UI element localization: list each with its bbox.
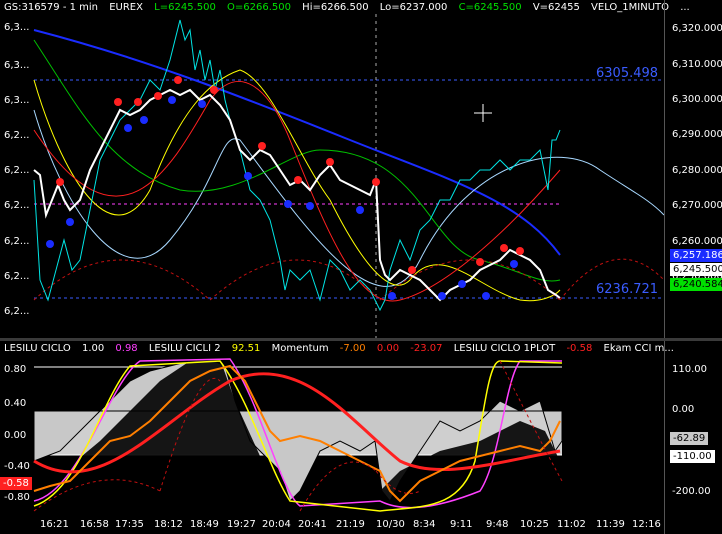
badge-current-price: 6,245.500 [670, 263, 722, 276]
time-tick: 8:34 [413, 519, 436, 530]
time-tick: 12:16 [632, 519, 661, 530]
badge-green: 6,240.584 [670, 278, 722, 291]
left-tick: 6,3... [4, 95, 30, 106]
left-tick: 6,2... [4, 165, 30, 176]
left-tick: 6,2... [4, 130, 30, 141]
level-high-label: 6305.498 [596, 66, 659, 81]
red-arc-1 [33, 259, 211, 301]
time-tick: 9:48 [486, 519, 509, 530]
time-tick: 16:21 [40, 519, 69, 530]
left-tick: 6,2... [4, 271, 30, 282]
left-tick: 6,3... [4, 60, 30, 71]
time-tick: 21:19 [336, 519, 365, 530]
price-tick: 6,300.000 [672, 94, 722, 105]
time-tick: 10/30 [376, 519, 405, 530]
time-tick: 17:35 [115, 519, 144, 530]
green-cycle [33, 39, 561, 282]
oscillator-chart[interactable] [0, 341, 664, 516]
osc-tick: 0.00 [4, 430, 27, 441]
price-tick: 6,270.000 [672, 200, 722, 211]
time-axis[interactable]: 16:21 16:58 17:35 18:12 18:49 19:27 20:0… [0, 516, 664, 534]
time-tick: 20:04 [262, 519, 291, 530]
osc-tick: 0.40 [4, 398, 27, 409]
osc-right-tick: 110.00 [672, 364, 707, 375]
time-tick: 19:27 [227, 519, 256, 530]
badge-blue: 6,257.186 [670, 249, 722, 262]
osc-right-badge: -62.89 [670, 432, 709, 445]
more-label[interactable]: ... [680, 2, 690, 13]
osc-right-tick: 0.00 [672, 404, 695, 415]
osc-tick: -0.80 [4, 492, 30, 503]
light-blue-cycle [33, 109, 664, 287]
time-tick: 20:41 [298, 519, 327, 530]
price-tick: 6,320.000 [672, 23, 722, 34]
level-low-label: 6236.721 [596, 282, 659, 297]
price-tick: 6,310.000 [672, 59, 722, 70]
time-tick: 18:49 [190, 519, 219, 530]
osc-tick: -0.40 [4, 461, 30, 472]
axis-divider [664, 0, 665, 534]
time-tick: 16:58 [80, 519, 109, 530]
osc-right-tick: -200.00 [672, 486, 711, 497]
time-tick: 18:12 [154, 519, 183, 530]
time-tick: 11:39 [596, 519, 625, 530]
osc-right-band-badge: -110.00 [670, 450, 715, 463]
time-tick: 10:25 [520, 519, 549, 530]
osc-tick: 0.80 [4, 364, 27, 375]
price-chart[interactable] [0, 0, 664, 338]
left-tick: 6,2... [4, 200, 30, 211]
crosshair-cursor [474, 104, 492, 122]
price-tick: 6,290.000 [672, 129, 722, 140]
red-arc-2 [209, 259, 381, 301]
price-tick: 6,260.000 [672, 236, 722, 247]
left-tick: 6,2... [4, 306, 30, 317]
price-tick: 6,280.000 [672, 165, 722, 176]
time-tick: 9:11 [450, 519, 473, 530]
cyan-line [33, 19, 561, 312]
osc-left-badge: -0.58 [0, 477, 32, 490]
left-tick: 6,3... [4, 22, 30, 33]
time-tick: 11:02 [557, 519, 586, 530]
blue-trend-curve [33, 29, 561, 256]
left-tick: 6,2... [4, 236, 30, 247]
